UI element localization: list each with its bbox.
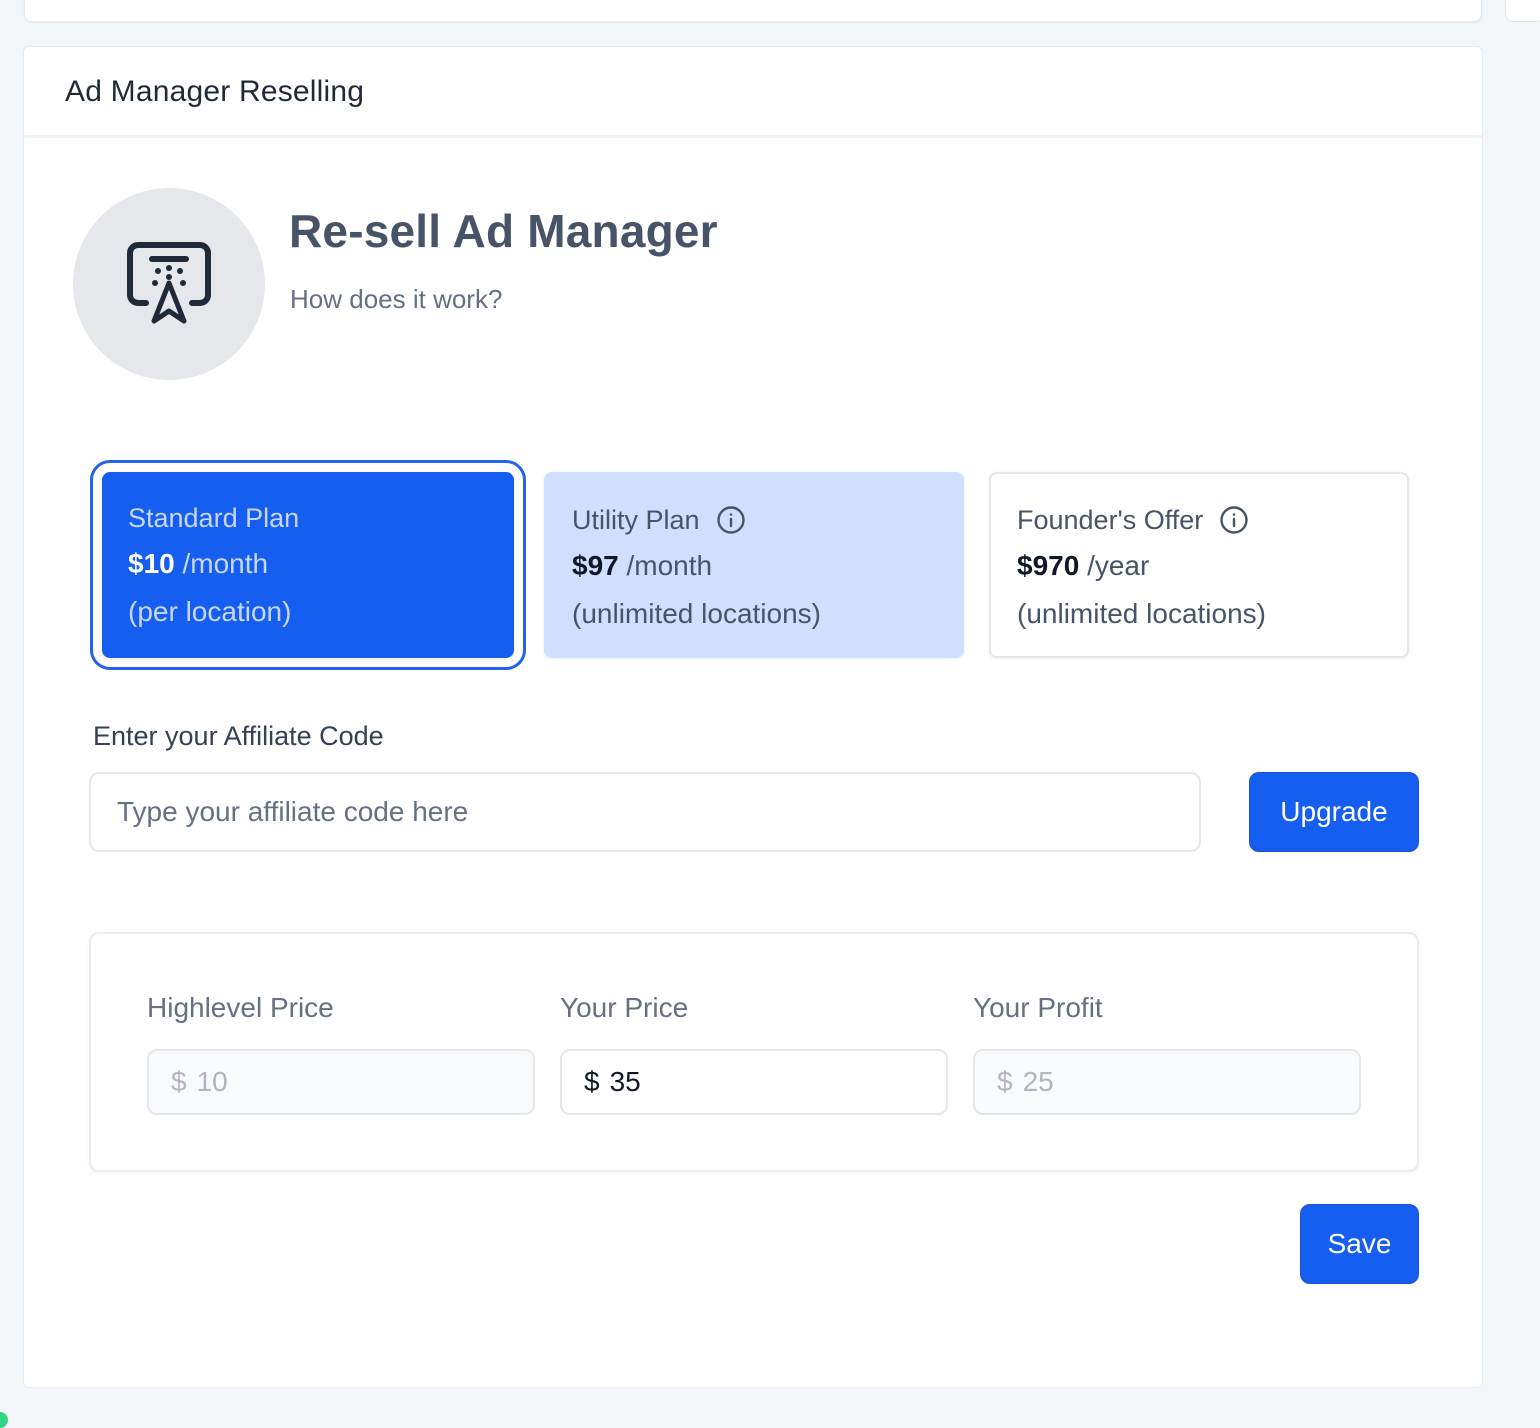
plan-name: Founder's Offer	[1017, 502, 1407, 538]
your-profit-field: $ 25	[973, 1049, 1361, 1115]
plan-note: (per location)	[128, 596, 292, 627]
card-header: Ad Manager Reselling	[24, 47, 1482, 138]
highlevel-price-value: 10	[196, 1066, 228, 1097]
save-button[interactable]: Save	[1300, 1204, 1419, 1284]
affiliate-code-label: Enter your Affiliate Code	[93, 721, 384, 751]
plan-name: Utility Plan	[572, 502, 962, 538]
ad-manager-reselling-card: Ad Manager Reselling Re-sell Ad Manager …	[23, 46, 1483, 1388]
currency-symbol: $	[997, 1066, 1013, 1097]
highlevel-price-label: Highlevel Price	[147, 992, 334, 1023]
plan-price: $97 /month	[572, 550, 713, 581]
currency-symbol: $	[584, 1066, 600, 1097]
your-price-label: Your Price	[560, 992, 689, 1023]
your-profit-value: 25	[1022, 1066, 1054, 1097]
info-icon[interactable]	[716, 505, 746, 535]
your-profit-group: Your Profit $ 25	[973, 992, 1361, 1115]
your-profit-label: Your Profit	[973, 992, 1103, 1023]
ad-manager-icon	[127, 242, 211, 324]
plan-card-founders-offer[interactable]: Founder's Offer $970 /year (unlimited lo…	[989, 472, 1409, 658]
affiliate-code-input[interactable]	[89, 772, 1201, 852]
plan-note: (unlimited locations)	[572, 598, 821, 629]
upgrade-button[interactable]: Upgrade	[1249, 772, 1419, 852]
how-it-works-link[interactable]: How does it work?	[290, 284, 502, 315]
plan-card-standard[interactable]: Standard Plan $10 /month (per location)	[90, 460, 526, 670]
your-price-field[interactable]: $	[560, 1049, 948, 1115]
currency-symbol: $	[171, 1066, 187, 1097]
highlevel-price-field: $ 10	[147, 1049, 535, 1115]
your-price-group: Your Price $	[560, 992, 948, 1115]
previous-card	[24, 0, 1482, 22]
pricing-panel: Highlevel Price $ 10 Your Price $ Your P…	[89, 932, 1419, 1172]
plan-name: Standard Plan	[128, 502, 300, 533]
ad-manager-avatar	[73, 188, 265, 380]
your-price-input[interactable]	[609, 1066, 910, 1098]
highlevel-price-group: Highlevel Price $ 10	[147, 992, 535, 1115]
info-icon[interactable]	[1219, 505, 1249, 535]
side-panel-edge	[1505, 0, 1540, 22]
hero-title: Re-sell Ad Manager	[289, 205, 718, 257]
plan-price: $970 /year	[1017, 550, 1150, 581]
plan-card-utility[interactable]: Utility Plan $97 /month (unlimited locat…	[544, 472, 964, 658]
card-title: Ad Manager Reselling	[65, 75, 365, 108]
plan-price: $10 /month	[128, 548, 269, 579]
plan-note: (unlimited locations)	[1017, 598, 1266, 629]
